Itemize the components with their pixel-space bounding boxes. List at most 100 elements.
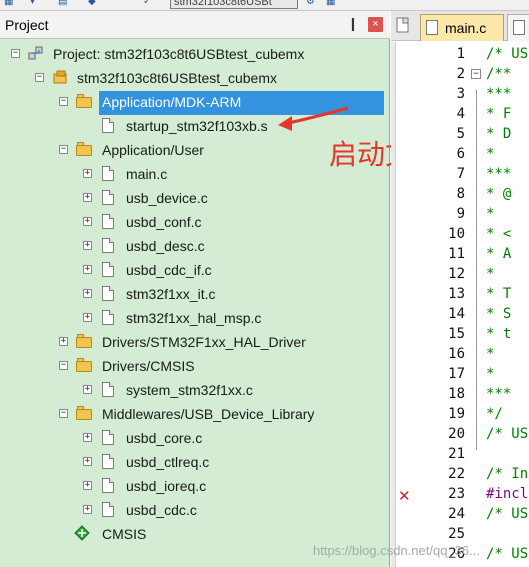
file-icon	[100, 285, 116, 301]
expand-icon[interactable]: +	[83, 217, 92, 226]
expand-icon[interactable]: +	[59, 337, 68, 346]
tree-row-file[interactable]: + usbd_ctlreq.c	[0, 451, 380, 473]
expand-icon[interactable]: +	[83, 169, 92, 178]
code-line[interactable]: /* US	[486, 544, 528, 564]
code-line[interactable]: #incl	[486, 484, 528, 504]
file-icon	[513, 20, 525, 35]
file-icon	[100, 165, 116, 181]
tree-row-file[interactable]: + usbd_conf.c	[0, 211, 380, 233]
file-icon	[100, 213, 116, 229]
toolbar-load-icon[interactable]: ▾	[30, 0, 40, 7]
tab-main-c[interactable]: main.c	[420, 14, 504, 41]
collapse-icon[interactable]: −	[11, 49, 20, 58]
code-line[interactable]: * A	[486, 244, 511, 264]
collapse-icon[interactable]: −	[59, 361, 68, 370]
expand-icon[interactable]: +	[83, 505, 92, 514]
expand-icon[interactable]: +	[83, 289, 92, 298]
target-select[interactable]: stm32f103c8t6USBt	[170, 0, 298, 9]
line-number: 10	[448, 226, 465, 242]
tree-row-file[interactable]: + usb_device.c	[0, 187, 380, 209]
tree-label-file: startup_stm32f103xb.s	[126, 118, 268, 134]
toolbar-build-icon[interactable]: ▦	[4, 0, 14, 7]
code-editor[interactable]: main.c 1/* US 2/** 3 *** 4 * F5 * D6 * 7 ***…	[391, 11, 529, 567]
tree-row-file[interactable]: + usbd_desc.c	[0, 235, 380, 257]
code-line[interactable]: *	[486, 144, 494, 164]
line-number: 20	[448, 426, 465, 442]
tree-label-file: usbd_conf.c	[126, 214, 202, 230]
collapse-icon[interactable]: −	[59, 409, 68, 418]
line-number: 15	[448, 326, 465, 342]
code-line[interactable]: /* US	[486, 44, 528, 64]
code-line[interactable]: * F	[486, 104, 511, 124]
tree-row-file[interactable]: + usbd_cdc.c	[0, 499, 380, 521]
tree-label-file: main.c	[126, 166, 168, 182]
expand-icon[interactable]: +	[83, 241, 92, 250]
code-line[interactable]: /* US	[486, 424, 528, 444]
file-icon	[100, 453, 116, 469]
code-line[interactable]: * <	[486, 224, 511, 244]
fold-toggle-icon[interactable]: −	[471, 69, 481, 79]
code-line[interactable]: * D	[486, 124, 511, 144]
toolbar-download-icon[interactable]: ✓	[143, 0, 153, 7]
tree-row-root[interactable]: − Project: stm32f103c8t6USBtest_cubemx	[0, 43, 380, 65]
collapse-icon[interactable]: −	[59, 145, 68, 154]
close-button[interactable]: ×	[368, 17, 383, 32]
toolbar-rebuild-icon[interactable]: ▤	[58, 0, 68, 7]
file-icon	[100, 261, 116, 277]
collapse-icon[interactable]: −	[35, 73, 44, 82]
pin-icon[interactable]: ❙	[347, 16, 359, 32]
code-line[interactable]: ***	[486, 84, 511, 104]
tree-row-file[interactable]: + usbd_cdc_if.c	[0, 259, 380, 281]
expand-icon[interactable]: +	[83, 385, 92, 394]
tab-next[interactable]	[507, 14, 529, 41]
tree-row-group[interactable]: − Middlewares/USB_Device_Library	[0, 403, 380, 425]
tree-row-group[interactable]: + Drivers/STM32F1xx_HAL_Driver	[0, 331, 380, 353]
code-line[interactable]: * @	[486, 184, 511, 204]
line-number: 3	[456, 86, 465, 102]
code-line[interactable]: */	[486, 404, 503, 424]
code-line[interactable]: * T	[486, 284, 511, 304]
expand-icon[interactable]: +	[83, 313, 92, 322]
line-number: 14	[448, 306, 465, 322]
line-number: 16	[448, 346, 465, 362]
tree-row-file[interactable]: + stm32f1xx_it.c	[0, 283, 380, 305]
tree-row-file[interactable]: + system_stm32f1xx.c	[0, 379, 380, 401]
code-line[interactable]: /* In	[486, 464, 528, 484]
tree-row-group[interactable]: − Drivers/CMSIS	[0, 355, 380, 377]
expand-icon[interactable]: +	[83, 193, 92, 202]
file-icon	[100, 501, 116, 517]
line-number: 2	[456, 66, 465, 82]
error-marker-icon[interactable]: ✕	[398, 487, 411, 505]
tree-row-target[interactable]: − stm32f103c8t6USBtest_cubemx	[0, 67, 380, 89]
line-number: 6	[456, 146, 465, 162]
tree-row-file[interactable]: + main.c	[0, 163, 380, 185]
expand-icon[interactable]: +	[83, 265, 92, 274]
toolbar-manage-icon[interactable]: ▦	[326, 0, 336, 7]
tree-row-group[interactable]: − Application/User	[0, 139, 380, 161]
code-line[interactable]: *	[486, 344, 494, 364]
toolbar-options-icon[interactable]: ⚙	[306, 0, 316, 7]
code-line[interactable]: * S	[486, 304, 511, 324]
code-line[interactable]: * t	[486, 324, 511, 344]
collapse-icon[interactable]: −	[59, 97, 68, 106]
tree-label-cmsis: CMSIS	[102, 526, 147, 542]
code-line[interactable]: *	[486, 364, 494, 384]
tab-scroll-icon[interactable]	[396, 17, 410, 33]
code-line[interactable]: /**	[486, 64, 511, 84]
watermark: https://blog.csdn.net/qq_36...	[313, 543, 480, 558]
tree-row-file[interactable]: + stm32f1xx_hal_msp.c	[0, 307, 380, 329]
line-number: 24	[448, 506, 465, 522]
code-line[interactable]: *	[486, 264, 494, 284]
fold-guide	[476, 90, 477, 450]
expand-icon[interactable]: +	[83, 481, 92, 490]
expand-icon[interactable]: +	[83, 433, 92, 442]
code-line[interactable]: *	[486, 204, 494, 224]
tree-row-cmsis[interactable]: CMSIS	[0, 523, 380, 545]
expand-icon[interactable]: +	[83, 457, 92, 466]
code-line[interactable]: /* US	[486, 504, 528, 524]
code-line[interactable]: ***	[486, 164, 511, 184]
toolbar-batch-icon[interactable]: ◆	[88, 0, 98, 7]
tree-row-file[interactable]: + usbd_ioreq.c	[0, 475, 380, 497]
code-line[interactable]: ***	[486, 384, 511, 404]
tree-row-file[interactable]: + usbd_core.c	[0, 427, 380, 449]
